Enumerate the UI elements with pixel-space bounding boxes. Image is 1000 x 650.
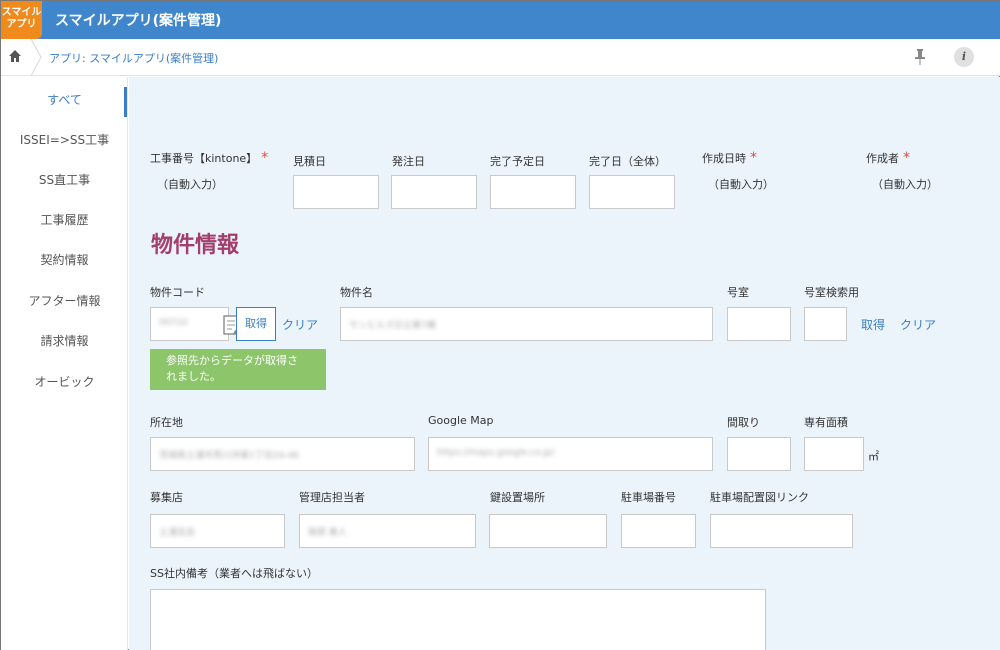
google-map-field[interactable]: https://maps.google.co.jp/ [428, 437, 713, 471]
boshu-value: 土浦支店 [159, 528, 196, 538]
sidebar-item-billing[interactable]: 請求情報 [1, 327, 128, 355]
property-clear-link[interactable]: クリア [282, 316, 318, 333]
sidebar-item-obic[interactable]: オービック [1, 368, 128, 396]
kanryo-yotei-label: 完了予定日 [490, 155, 545, 168]
room-clear-link[interactable]: クリア [900, 316, 936, 333]
toast-line2: れました。 [166, 370, 221, 383]
record-form: 工事番号【kintone】 * （自動入力） 見積日 発注日 完了予定日 完了日（… [129, 77, 1000, 650]
parking-link-label: 駐車場配置図リンク [710, 491, 809, 504]
toast-line1: 参照先からデータが取得さ [166, 354, 298, 367]
mitsumori-date-field[interactable] [293, 175, 379, 209]
parking-link-field[interactable] [710, 514, 853, 548]
google-map-value: https://maps.google.co.jp/ [437, 448, 555, 458]
creator-value: （自動入力） [872, 178, 938, 191]
created-at-label: 作成日時 * [702, 150, 757, 166]
breadcrumb-app-link[interactable]: アプリ: スマイルアプリ(案件管理) [49, 50, 218, 66]
sidebar-item-contract[interactable]: 契約情報 [1, 246, 128, 274]
area-field[interactable] [804, 437, 864, 471]
key-location-field[interactable] [489, 514, 607, 548]
kanryo-yotei-date-field[interactable] [490, 175, 576, 209]
room-field[interactable] [727, 307, 791, 341]
property-name-value: サンヒルズ日立第7棟 [349, 321, 436, 331]
info-icon[interactable]: i [954, 47, 974, 67]
room-label: 号室 [727, 286, 749, 299]
section-title-property: 物件情報 [151, 233, 240, 258]
address-field[interactable]: 茨城県土浦市荒川沖東1丁目24-46 [150, 437, 415, 471]
room-fetch-link[interactable]: 取得 [861, 316, 885, 333]
app-header: スマイル アプリ スマイルアプリ(案件管理) [1, 1, 1000, 39]
property-name-field[interactable]: サンヒルズ日立第7棟 [340, 307, 713, 341]
tanto-field[interactable]: 篠原 美人 [299, 514, 476, 548]
property-fetch-button[interactable]: 取得 [236, 307, 276, 341]
boshu-field[interactable]: 土浦支店 [150, 514, 285, 548]
room-search-field[interactable] [804, 307, 847, 341]
google-map-label: Google Map [428, 414, 494, 427]
property-code-value: 00710 [159, 318, 188, 328]
koji-no-value: （自動入力） [157, 178, 223, 191]
tanto-value: 篠原 美人 [308, 528, 347, 538]
mitsumori-label: 見積日 [293, 155, 326, 168]
kanryo-date-field[interactable] [589, 175, 675, 209]
sidebar-item-koji-history[interactable]: 工事履歴 [1, 206, 128, 234]
property-code-label: 物件コード [150, 286, 205, 299]
sidebar-item-all[interactable]: すべて [1, 86, 128, 114]
home-icon[interactable] [8, 49, 22, 63]
notes-textarea[interactable] [150, 589, 766, 650]
address-value: 茨城県土浦市荒川沖東1丁目24-46 [159, 451, 299, 461]
logo-text-line1: スマイル [1, 7, 42, 18]
madori-field[interactable] [727, 437, 791, 471]
room-search-label: 号室検索用 [804, 286, 859, 299]
created-at-value: （自動入力） [708, 178, 774, 191]
creator-label: 作成者 * [866, 150, 910, 166]
address-label: 所在地 [150, 416, 183, 429]
madori-label: 間取り [727, 416, 760, 429]
area-label: 専有面積 [804, 416, 848, 429]
boshu-label: 募集店 [150, 491, 183, 504]
key-location-label: 鍵設置場所 [490, 491, 545, 504]
sidebar-item-ss-direct[interactable]: SS直工事 [1, 166, 128, 194]
chevron-right-icon [30, 39, 42, 76]
parking-no-label: 駐車場番号 [621, 491, 676, 504]
view-sidebar: すべて ISSEI=>SS工事 SS直工事 工事履歴 契約情報 アフター情報 請… [1, 77, 128, 650]
tanto-label: 管理店担当者 [299, 491, 365, 504]
pin-icon[interactable] [913, 48, 927, 66]
kanryo-label: 完了日（全体） [589, 155, 666, 168]
property-code-field[interactable]: 00710 [150, 307, 245, 341]
sidebar-item-issei-ss[interactable]: ISSEI=>SS工事 [1, 126, 128, 154]
koji-no-label: 工事番号【kintone】 * [150, 150, 269, 166]
breadcrumb: アプリ: スマイルアプリ(案件管理) i [1, 39, 1000, 76]
app-logo[interactable]: スマイル アプリ [1, 1, 42, 39]
notes-label: SS社内備考（業者へは飛ばない） [150, 567, 318, 580]
parking-no-field[interactable] [621, 514, 696, 548]
hatchu-date-field[interactable] [391, 175, 477, 209]
hatchu-label: 発注日 [392, 155, 425, 168]
logo-text-line2: アプリ [6, 19, 37, 30]
app-title: スマイルアプリ(案件管理) [55, 13, 222, 29]
property-name-label: 物件名 [340, 286, 373, 299]
sidebar-item-after[interactable]: アフター情報 [1, 287, 128, 315]
area-unit: ㎡ [868, 450, 879, 463]
fetch-success-message: 参照先からデータが取得さ れました。 [150, 349, 326, 390]
